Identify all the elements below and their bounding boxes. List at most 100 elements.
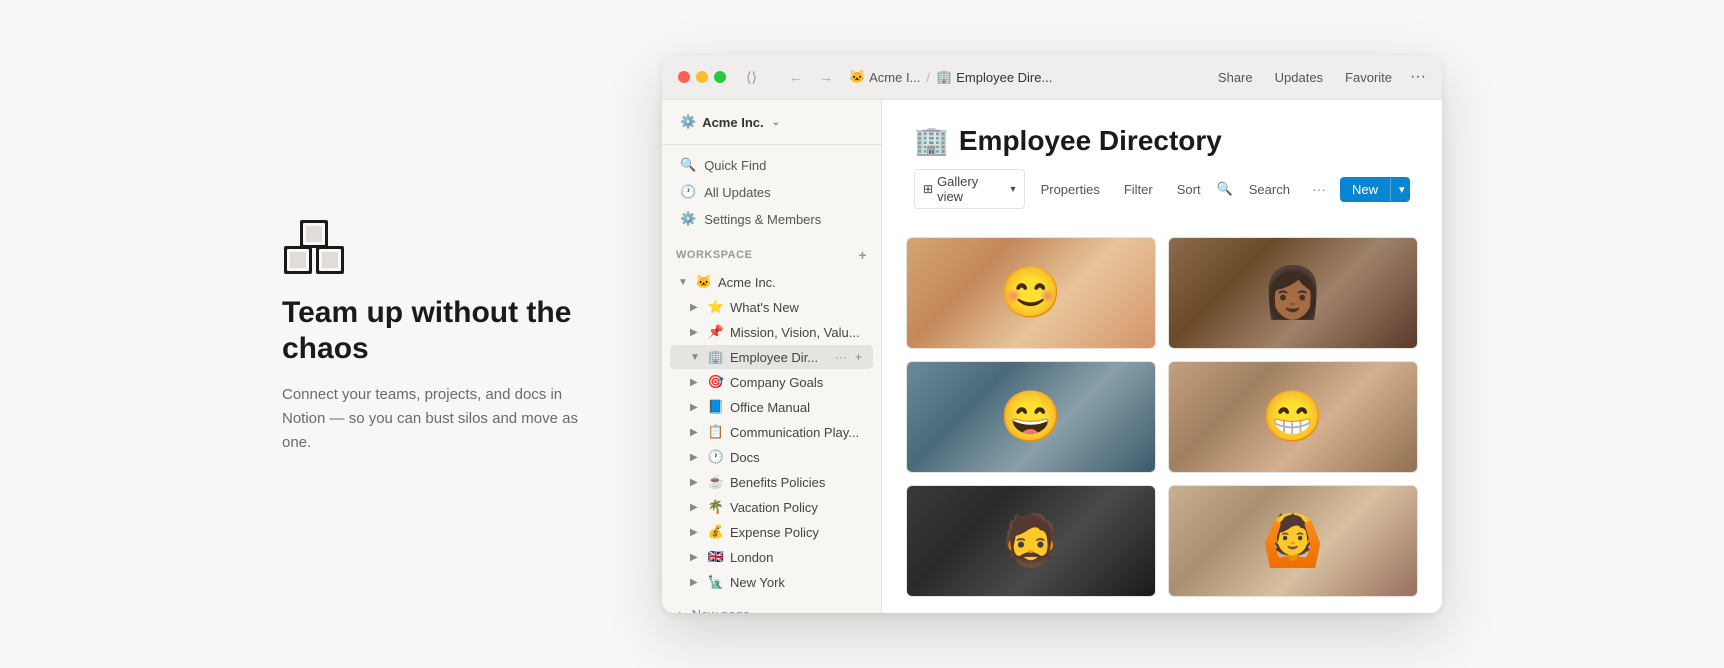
- gallery-card-delaney[interactable]: 🧑 Delaney Beatty: [1168, 361, 1418, 473]
- arrow-manual-icon: ▶: [690, 402, 702, 413]
- sidebar-item-quick-find[interactable]: 🔍 Quick Find: [670, 152, 873, 178]
- sidebar-item-company-goals[interactable]: ▶ 🎯 Company Goals: [670, 370, 873, 394]
- item-add-icon[interactable]: +: [852, 349, 865, 365]
- london-label: London: [730, 550, 865, 565]
- sidebar-item-vacation[interactable]: ▶ 🌴 Vacation Policy: [670, 495, 873, 519]
- sidebar-item-all-updates[interactable]: 🕐 All Updates: [670, 179, 873, 205]
- gallery-card-emily[interactable]: 🧑 Emily Morris: [906, 237, 1156, 349]
- favorite-button[interactable]: Favorite: [1341, 68, 1396, 87]
- emoji-employee-dir-icon: 🏢: [707, 349, 725, 365]
- sidebar-top: ⚙️ Acme Inc. ⌄: [662, 100, 881, 145]
- breadcrumb-workspace[interactable]: 🐱 Acme I...: [849, 69, 920, 85]
- page-title-emoji-icon: 🏢: [914, 124, 949, 157]
- filter-button[interactable]: Filter: [1116, 178, 1161, 201]
- sidebar-item-benefits[interactable]: ▶ ☕ Benefits Policies: [670, 470, 873, 494]
- sort-button[interactable]: Sort: [1169, 178, 1209, 201]
- lenna-card-footer: 👩 Lenna Hamill: [1169, 348, 1417, 349]
- sidebar-item-expense[interactable]: ▶ 💰 Expense Policy: [670, 520, 873, 544]
- emoji-vacation-icon: 🌴: [707, 499, 725, 515]
- emoji-goals-icon: 🎯: [707, 374, 725, 390]
- emoji-benefits-icon: ☕: [707, 474, 725, 490]
- properties-button[interactable]: Properties: [1033, 178, 1108, 201]
- workspace-icon: ⚙️: [680, 114, 696, 130]
- arrow-mission-icon: ▶: [690, 327, 702, 338]
- sidebar-item-new-york[interactable]: ▶ 🗽 New York: [670, 570, 873, 594]
- workspace-name-label: Acme Inc.: [702, 115, 763, 130]
- item-more-icon[interactable]: ···: [832, 349, 850, 365]
- arrow-london-icon: ▶: [690, 552, 702, 563]
- minimize-button[interactable]: [696, 71, 708, 83]
- benefits-label: Benefits Policies: [730, 475, 865, 490]
- new-record-button[interactable]: New ▾: [1340, 177, 1410, 202]
- sidebar: ⚙️ Acme Inc. ⌄ 🔍 Quick Find 🕐 All Update…: [662, 100, 882, 613]
- main-content: ⚙️ Acme Inc. ⌄ 🔍 Quick Find 🕐 All Update…: [662, 100, 1442, 613]
- titlebar: ⟨⟩ ← → 🐱 Acme I... / 🏢 Employee Dire... …: [662, 55, 1442, 100]
- new-page-label: New page: [692, 607, 751, 613]
- settings-label: Settings & Members: [704, 212, 821, 227]
- updates-button[interactable]: Updates: [1271, 68, 1327, 87]
- gallery-grid: 🧑 Emily Morris 👩 Lenna Hamill: [882, 229, 1442, 613]
- sidebar-item-docs[interactable]: ▶ 🕐 Docs: [670, 445, 873, 469]
- sidebar-item-employee-dir[interactable]: ▼ 🏢 Employee Dir... ··· +: [670, 345, 873, 369]
- new-york-label: New York: [730, 575, 865, 590]
- workspace-name[interactable]: ⚙️ Acme Inc. ⌄: [674, 110, 869, 134]
- gallery-card-woman[interactable]: [1168, 485, 1418, 597]
- toolbar-more-icon[interactable]: ···: [1306, 177, 1332, 201]
- current-page-emoji-icon: 🏢: [936, 69, 952, 85]
- mission-label: Mission, Vision, Valu...: [730, 325, 865, 340]
- sidebar-item-mission[interactable]: ▶ 📌 Mission, Vision, Valu...: [670, 320, 873, 344]
- new-button-chevron-down-icon[interactable]: ▾: [1390, 178, 1410, 201]
- delaney-card-footer: 🧑 Delaney Beatty: [1169, 472, 1417, 473]
- sidebar-item-london[interactable]: ▶ 🇬🇧 London: [670, 545, 873, 569]
- workspace-avatar: 🐱: [849, 69, 865, 85]
- page-toolbar: ⊞ Gallery view ▾ Properties Filter Sort …: [914, 169, 1410, 217]
- acme-root-label: Acme Inc.: [718, 275, 865, 290]
- docs-label: Docs: [730, 450, 865, 465]
- maximize-button[interactable]: [714, 71, 726, 83]
- gallery-card-lenna[interactable]: 👩 Lenna Hamill: [1168, 237, 1418, 349]
- sidebar-item-acme-root[interactable]: ▼ 🐱 Acme Inc.: [670, 270, 873, 294]
- arrow-docs-icon: ▶: [690, 452, 702, 463]
- sidebar-item-whats-new[interactable]: ▶ ⭐ What's New: [670, 295, 873, 319]
- sidebar-item-office-manual[interactable]: ▶ 📘 Office Manual: [670, 395, 873, 419]
- new-page-button[interactable]: + New page: [662, 601, 881, 613]
- new-button-label[interactable]: New: [1340, 177, 1390, 202]
- vacation-label: Vacation Policy: [730, 500, 865, 515]
- marketing-headline: Team up without the chaos: [282, 295, 602, 367]
- page-title-row: 🏢 Employee Directory: [914, 124, 1410, 157]
- emily-card-footer: 🧑 Emily Morris: [907, 348, 1155, 349]
- gallery-card-jaclyn[interactable]: 🧑 Jaclyn Botsford: [906, 361, 1156, 473]
- emoji-docs-icon: 🕐: [707, 449, 725, 465]
- share-button[interactable]: Share: [1214, 68, 1257, 87]
- navigation-arrows: ← →: [785, 67, 837, 87]
- arrow-new-york-icon: ▶: [690, 577, 702, 588]
- breadcrumb-current[interactable]: 🏢 Employee Dire...: [936, 69, 1052, 85]
- back-arrow-icon[interactable]: ←: [785, 67, 807, 87]
- breadcrumb: 🐱 Acme I... / 🏢 Employee Dire...: [849, 69, 1052, 85]
- workspace-add-button[interactable]: +: [858, 247, 867, 263]
- employee-dir-label: Employee Dir...: [730, 350, 827, 365]
- marketing-subtext: Connect your teams, projects, and docs i…: [282, 383, 602, 455]
- sidebar-global-nav: 🔍 Quick Find 🕐 All Updates ⚙️ Settings &…: [662, 145, 881, 239]
- forward-arrow-icon[interactable]: →: [815, 67, 837, 87]
- breadcrumb-separator: /: [926, 70, 930, 85]
- all-updates-label: All Updates: [704, 185, 770, 200]
- office-manual-label: Office Manual: [730, 400, 865, 415]
- jaclyn-card-footer: 🧑 Jaclyn Botsford: [907, 472, 1155, 473]
- close-button[interactable]: [678, 71, 690, 83]
- emoji-comm-icon: 📋: [707, 424, 725, 440]
- titlebar-more-icon[interactable]: ···: [1410, 68, 1426, 86]
- search-button[interactable]: Search: [1241, 178, 1298, 201]
- employee-dir-actions: ··· +: [832, 349, 865, 365]
- workspace-section-label: WORKSPACE: [676, 249, 752, 261]
- sidebar-item-comm-play[interactable]: ▶ 📋 Communication Play...: [670, 420, 873, 444]
- view-selector[interactable]: ⊞ Gallery view ▾: [914, 169, 1025, 209]
- view-chevron-down-icon: ▾: [1011, 184, 1016, 195]
- sidebar-item-settings[interactable]: ⚙️ Settings & Members: [670, 206, 873, 232]
- emily-photo: [907, 238, 1155, 348]
- search-toolbar-icon[interactable]: 🔍: [1217, 181, 1233, 197]
- sidebar-toggle-icon[interactable]: ⟨⟩: [746, 69, 757, 86]
- emoji-new-york-icon: 🗽: [707, 574, 725, 590]
- gallery-card-man[interactable]: [906, 485, 1156, 597]
- arrow-whats-new-icon: ▶: [690, 302, 702, 313]
